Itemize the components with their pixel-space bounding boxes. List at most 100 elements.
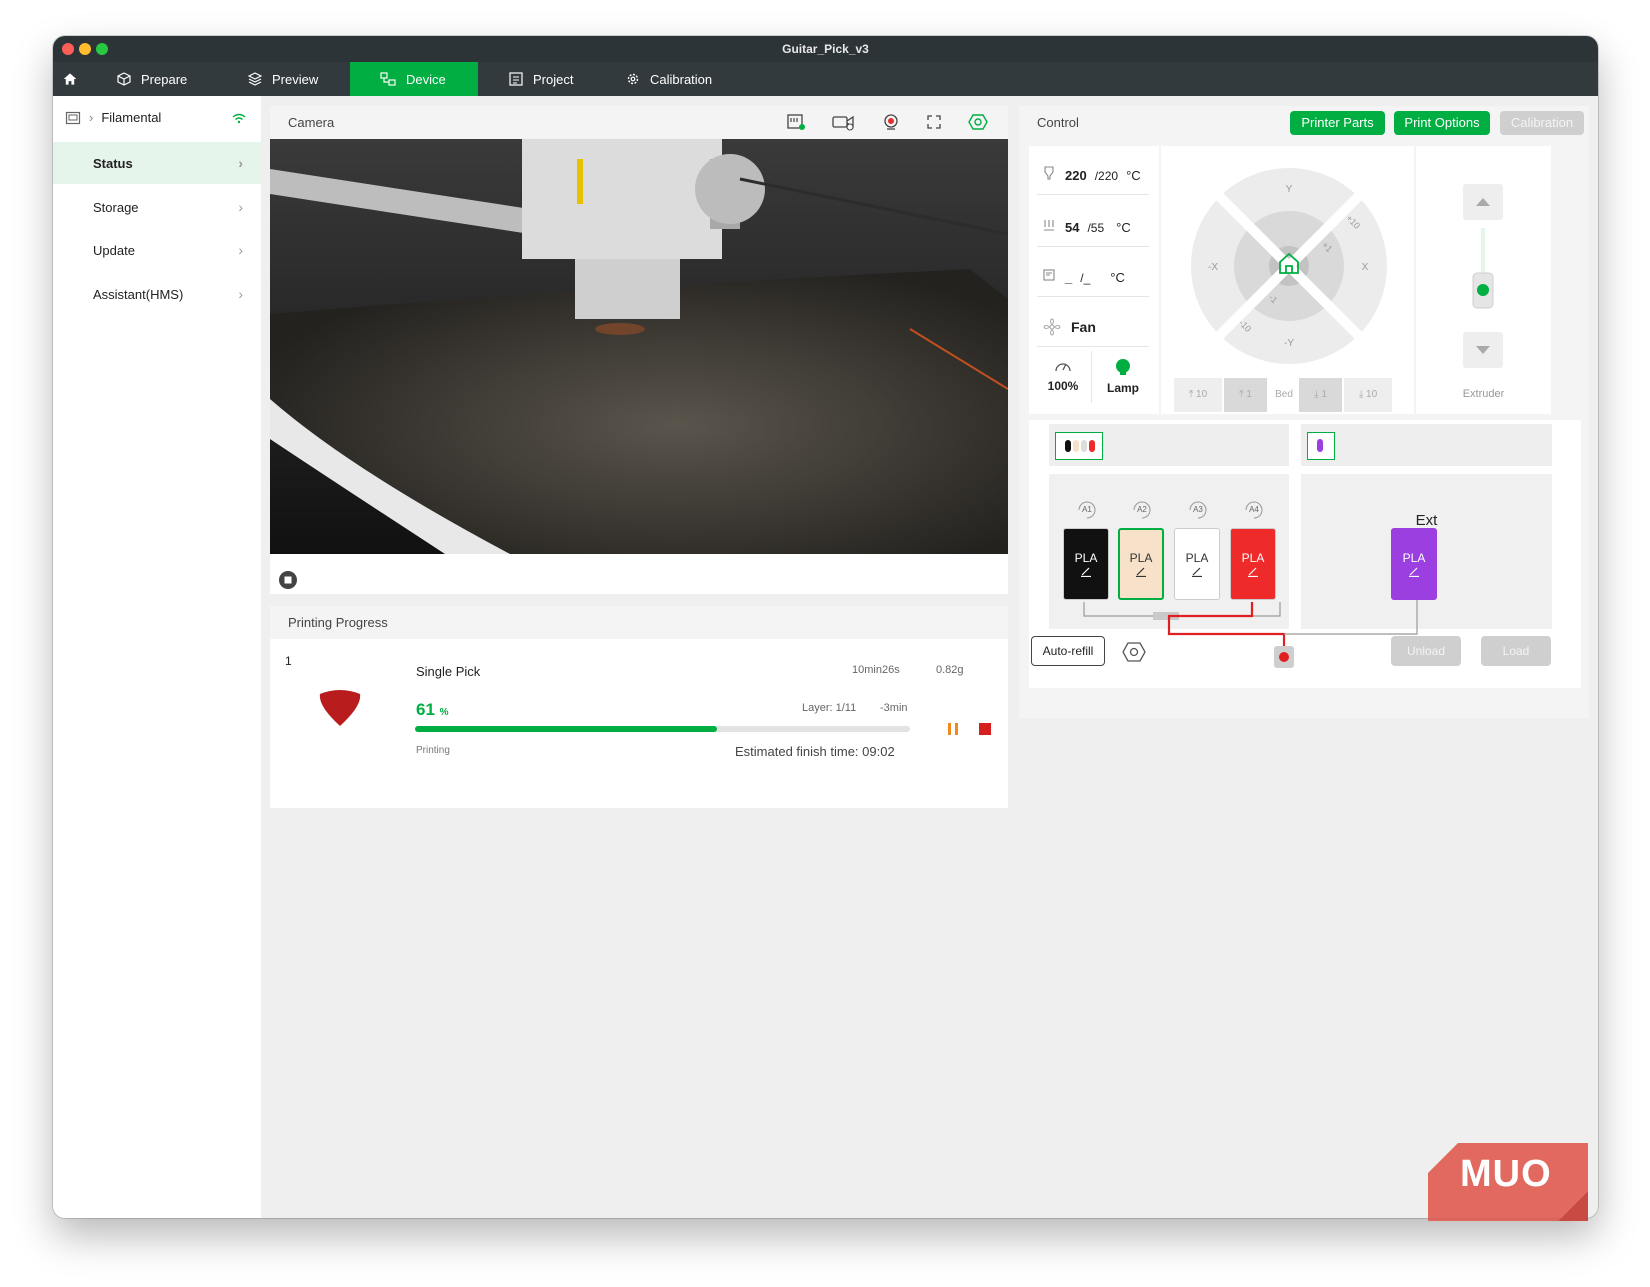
xy-jog-pad[interactable]: Y -Y X -X +10 +1 -1 -10 [1189,166,1389,366]
home-button[interactable] [63,62,87,96]
speedometer-icon [1055,363,1071,372]
jog-y-minus[interactable]: -Y [1284,338,1294,349]
progress-panel: Printing Progress 1 Single Pick 10min26s… [270,606,1008,808]
print-state: Printing [416,745,450,756]
stop-stream-icon[interactable] [278,570,298,590]
calibration-button[interactable]: Calibration [1500,111,1584,135]
triangle-up-icon [1476,198,1490,206]
extruder-panel: Extruder [1416,146,1551,414]
load-button[interactable]: Load [1481,636,1551,666]
tab-prepare[interactable]: Prepare [117,62,227,96]
lamp-control[interactable]: Lamp [1097,358,1149,395]
chamber-temp[interactable]: _ /_ °C [1043,268,1155,285]
document-icon [509,72,523,86]
extrude-down-button[interactable] [1463,332,1503,368]
progress-percent: 61 % [416,700,449,719]
chevron-right-icon: › [238,286,243,302]
sidebar-item-update[interactable]: Update › [53,229,261,271]
bed-temp[interactable]: 54 /55 °C [1043,218,1155,235]
title-bar: Guitar_Pick_v3 [53,36,1598,62]
close-window-button[interactable] [62,43,74,55]
camera-toolbar [786,113,988,131]
fullscreen-icon[interactable] [925,113,943,131]
guitar-pick-thumbnail [319,690,361,726]
fan-control[interactable]: Fan [1043,318,1096,336]
ams-slot-a1[interactable]: PLA [1063,528,1109,600]
printer-name: Filamental [101,110,162,125]
stop-icon[interactable] [977,721,993,737]
printer-icon [65,111,81,124]
tab-device[interactable]: Device [350,62,478,96]
ext-spool[interactable]: PLA [1391,528,1437,600]
wifi-icon [232,113,246,123]
job-name: Single Pick [416,664,481,679]
pause-icon[interactable] [945,721,961,737]
speed-control[interactable]: 100% [1039,358,1087,393]
ams-slot-a2[interactable]: PLA [1118,528,1164,600]
extruder-graphic [1472,228,1494,309]
tab-calibration[interactable]: Calibration [626,62,746,96]
slot-id-a3: A3 [1186,500,1210,520]
chevron-right-icon: › [238,242,243,258]
auto-refill-button[interactable]: Auto-refill [1031,636,1105,666]
jog-x-plus[interactable]: X [1362,262,1369,273]
progress-title: Printing Progress [270,606,1008,639]
extruder-label: Extruder [1462,388,1505,400]
progress-bar [415,726,910,732]
jog-panel: Y -Y X -X +10 +1 -1 -10 ⤒ 10 ⤒ 1 Bed ⤓ 1… [1161,146,1414,414]
ams-slot-a4[interactable]: PLA [1230,528,1276,600]
control-title: Control [1037,115,1079,130]
estimated-finish: Estimated finish time: 09:02 [735,744,895,759]
print-options-button[interactable]: Print Options [1394,111,1490,135]
edit-icon [1248,567,1258,577]
slot-id-a1: A1 [1075,500,1099,520]
printer-parts-button[interactable]: Printer Parts [1290,111,1385,135]
cube-icon [117,72,131,86]
sidebar-item-status[interactable]: Status › [53,142,261,184]
ams-panel: Ext A1 PLA A2 PLA A3 PLA A4 PLA PLA Auto-refill… [1029,420,1581,688]
extrude-up-button[interactable] [1463,184,1503,220]
lamp-icon [1116,359,1130,375]
heatbed-icon [1044,220,1054,231]
sidebar-item-storage[interactable]: Storage › [53,186,261,228]
printer-selector[interactable]: › Filamental [65,110,251,125]
sd-card-icon[interactable] [786,113,806,131]
hex-settings-icon[interactable] [968,113,988,131]
muo-watermark: MUO [1428,1143,1588,1223]
bed-up-10-button[interactable]: ⤒ 10 [1174,378,1222,412]
edit-icon [1409,567,1419,577]
sidebar-item-assistant[interactable]: Assistant(HMS) › [53,273,261,315]
webcam-record-icon[interactable] [882,113,900,131]
edit-icon [1081,567,1091,577]
chevron-right-icon: › [238,155,243,171]
window-title: Guitar_Pick_v3 [782,42,869,56]
jog-y-plus[interactable]: Y [1286,184,1293,195]
edit-icon [1192,567,1202,577]
minimize-window-button[interactable] [79,43,91,55]
temperature-panel: 220 /220 °C 54 /55 °C _ /_ °C Fan 100% L… [1029,146,1159,414]
unload-button[interactable]: Unload [1391,636,1461,666]
video-settings-icon[interactable] [831,113,857,131]
jog-x-minus[interactable]: -X [1208,262,1218,273]
plate-number: 1 [285,654,292,668]
layers-icon [248,72,262,86]
bed-down-1-button[interactable]: ⤓ 1 [1299,378,1342,412]
time-remaining: -3min [880,702,908,714]
triangle-down-icon [1476,346,1490,354]
chevron-right-icon: › [89,110,94,125]
layer-count: Layer: 1/11 [802,702,857,714]
camera-feed [270,139,1008,554]
ams-settings-icon[interactable] [1122,640,1146,664]
tab-preview[interactable]: Preview [248,62,358,96]
tab-project[interactable]: Project [509,62,619,96]
edit-icon [1136,567,1146,577]
bed-up-1-button[interactable]: ⤒ 1 [1224,378,1267,412]
zoom-window-button[interactable] [96,43,108,55]
nozzle-icon [1044,166,1054,180]
nozzle-temp[interactable]: 220 /220 °C [1043,166,1155,183]
bed-down-10-button[interactable]: ⤓ 10 [1344,378,1392,412]
app-window: Guitar_Pick_v3 Prepare Preview Device Pr… [53,36,1598,1218]
chamber-icon [1043,269,1055,281]
ams-slot-a3[interactable]: PLA [1174,528,1220,600]
bed-jog-buttons: ⤒ 10 ⤒ 1 Bed ⤓ 1 ⤓ 10 [1174,378,1392,412]
